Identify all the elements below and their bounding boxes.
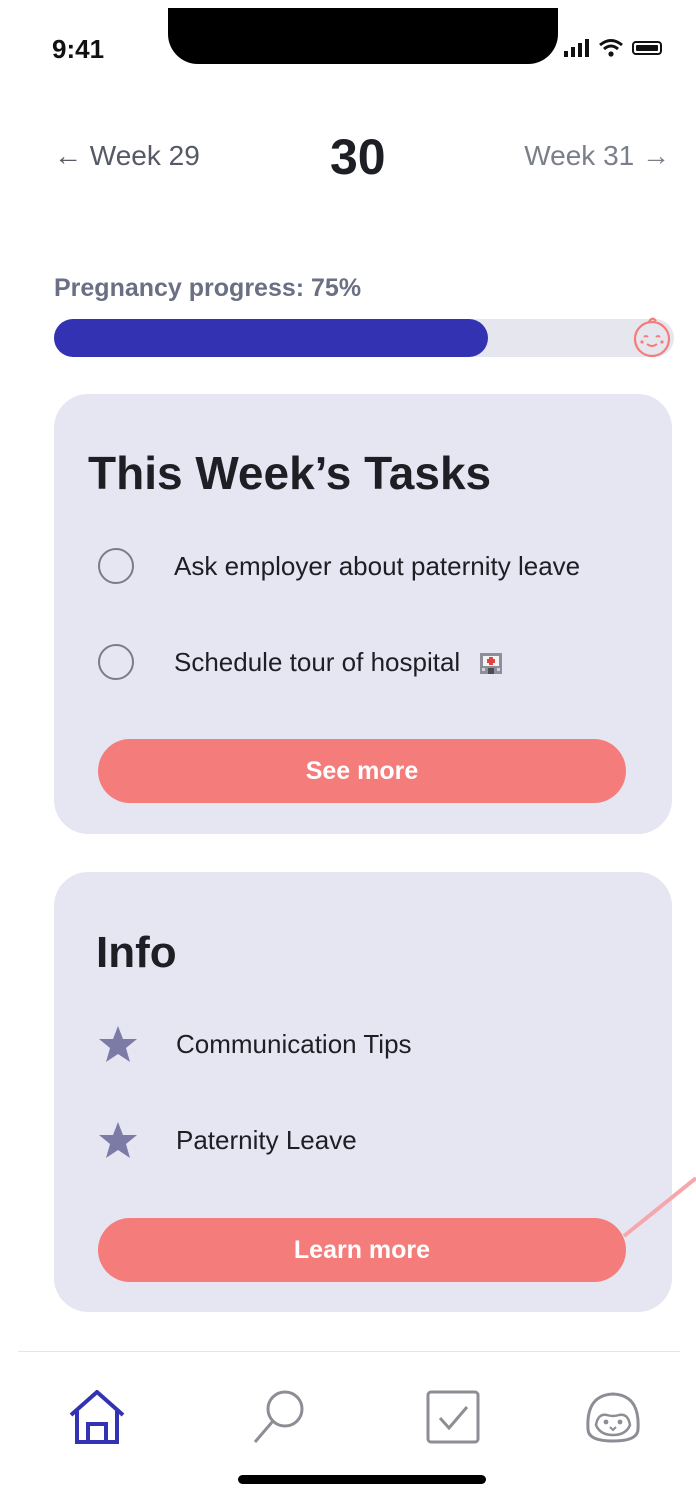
task-checkbox[interactable] xyxy=(98,548,134,584)
current-week-number: 30 xyxy=(330,129,386,185)
pointer-line xyxy=(622,1176,696,1238)
checkbox-icon xyxy=(426,1390,480,1444)
progress-bar xyxy=(54,319,674,357)
info-item-label: Communication Tips xyxy=(176,1028,412,1059)
next-week-link[interactable]: Week 31 → xyxy=(524,140,670,172)
wifi-icon xyxy=(599,39,623,57)
learn-more-button[interactable]: Learn more xyxy=(98,1218,626,1282)
info-item[interactable]: Paternity Leave xyxy=(98,1120,357,1160)
tab-home[interactable] xyxy=(62,1382,132,1452)
previous-week-link[interactable]: ← Week 29 xyxy=(54,140,200,172)
tasks-card-title: This Week’s Tasks xyxy=(88,447,492,499)
search-icon xyxy=(253,1390,304,1443)
info-card-title: Info xyxy=(96,928,177,977)
task-item[interactable]: Ask employer about paternity leave xyxy=(98,548,580,584)
tab-profile[interactable] xyxy=(578,1382,648,1452)
task-label: Ask employer about paternity leave xyxy=(174,550,581,581)
star-icon xyxy=(99,1122,137,1158)
info-card: Info Communication Tips Paternity Leave … xyxy=(54,872,672,1312)
hospital-icon xyxy=(480,653,503,674)
info-item[interactable]: Communication Tips xyxy=(98,1024,412,1064)
battery-icon xyxy=(632,41,662,55)
tab-search[interactable] xyxy=(244,1382,314,1452)
penguin-icon xyxy=(586,1392,640,1443)
baby-icon xyxy=(633,317,671,358)
signal-icon xyxy=(564,39,589,57)
home-icon xyxy=(69,1390,125,1444)
tab-bar-divider xyxy=(18,1351,680,1352)
see-more-button[interactable]: See more xyxy=(98,739,626,803)
info-item-label: Paternity Leave xyxy=(176,1124,357,1155)
status-icons xyxy=(564,38,662,58)
home-indicator xyxy=(238,1475,486,1484)
task-label: Schedule tour of hospital xyxy=(174,646,461,677)
tasks-card: This Week’s Tasks Ask employer about pat… xyxy=(54,394,672,834)
progress-label: Pregnancy progress: 75% xyxy=(54,274,362,302)
task-checkbox[interactable] xyxy=(98,644,134,680)
device-notch xyxy=(168,8,558,64)
star-icon xyxy=(99,1026,137,1062)
status-time: 9:41 xyxy=(52,34,105,64)
tab-tasks[interactable] xyxy=(418,1382,488,1452)
task-item[interactable]: Schedule tour of hospital xyxy=(98,644,504,680)
progress-fill xyxy=(54,319,488,357)
